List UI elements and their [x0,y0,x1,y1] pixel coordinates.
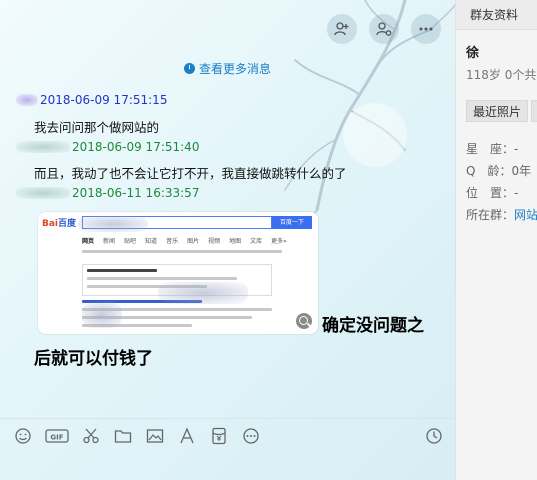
gif-icon: GIF [45,429,69,443]
svg-text:GIF: GIF [50,434,63,442]
member-info: 118岁 0个共同 [466,68,537,82]
send-file-button[interactable] [112,425,134,447]
screenshot-button[interactable] [80,425,102,447]
history-icon [426,428,442,444]
member-settings-button[interactable] [369,14,399,44]
message-timestamp: 2018-06-11 16:33:57 [72,186,200,200]
message-history-button[interactable] [423,425,445,447]
scissors-icon [83,428,99,444]
message-header: 2018-06-09 17:51:15 [16,93,167,107]
panel-title: 群友资料 [456,0,537,30]
folder-icon [114,430,132,443]
image-icon [146,429,164,443]
clock-icon [183,63,195,74]
message-text: 我去问问那个做网站的 [34,120,160,135]
field-constellation: 星 座：- [466,142,519,156]
blurred-sender-name [16,94,38,106]
font-button[interactable] [176,425,198,447]
field-q-age: Q 龄：0年 [466,164,532,178]
input-toolbar: GIF [12,425,262,447]
message-header: 2018-06-11 16:33:57 [16,186,199,200]
more-options-button[interactable] [411,14,441,44]
tab-recent-photos[interactable]: 最近照片 [466,100,529,122]
blurred-sender-name [16,187,70,199]
tab-next[interactable]: 最 [531,100,537,122]
member-name: 徐 [466,46,480,61]
message-text: 而且，我动了也不会让它打不开，我直接做跳转什么的了 [34,166,347,181]
red-packet-icon [212,427,226,445]
chat-area: 查看更多消息 2018-06-09 17:51:15 我去问问那个做网站的 20… [0,0,455,480]
emoji-icon [15,428,31,444]
person-settings-icon [376,22,392,36]
baidu-logo: Bai百度 [42,219,77,229]
emoji-button[interactable] [12,425,34,447]
zoom-in-icon[interactable] [296,313,312,329]
font-icon [180,427,194,444]
screenshot-tabs: 网页 新闻 贴吧 知道 音乐 图片 视频 地图 文库 更多» [82,238,287,245]
shared-screenshot-image[interactable]: Bai百度 百度一下 网页 新闻 贴吧 知道 音乐 图片 视频 地图 文库 更多… [38,212,318,334]
view-more-messages-label: 查看更多消息 [198,62,271,76]
caption-text-line2: 后就可以付钱了 [34,349,153,369]
add-person-icon [334,22,349,36]
blurred-sender-name [16,141,70,153]
add-member-button[interactable] [327,14,357,44]
more-tools-button[interactable] [240,425,262,447]
more-dots-icon [419,27,433,31]
member-profile-panel: 群友资料 徐 118岁 0个共同 最近照片 最 星 座：- Q 龄：0年 位 置… [455,0,537,480]
message-timestamp: 2018-06-09 17:51:15 [40,93,168,107]
field-location: 位 置：- [466,186,519,200]
red-packet-button[interactable] [208,425,230,447]
send-image-button[interactable] [144,425,166,447]
gif-button[interactable]: GIF [44,425,70,447]
input-divider [0,418,455,419]
screenshot-search-button: 百度一下 [272,216,312,229]
view-more-messages-link[interactable]: 查看更多消息 [0,60,455,77]
field-group: 所在群：网站 [466,208,537,222]
more-icon [243,428,259,444]
group-link[interactable]: 网站 [514,208,537,222]
message-timestamp: 2018-06-09 17:51:40 [72,140,200,154]
photo-tabs: 最近照片 最 [466,100,537,122]
message-header: 2018-06-09 17:51:40 [16,140,199,154]
caption-text-line1: 确定没问题之 [322,316,424,336]
